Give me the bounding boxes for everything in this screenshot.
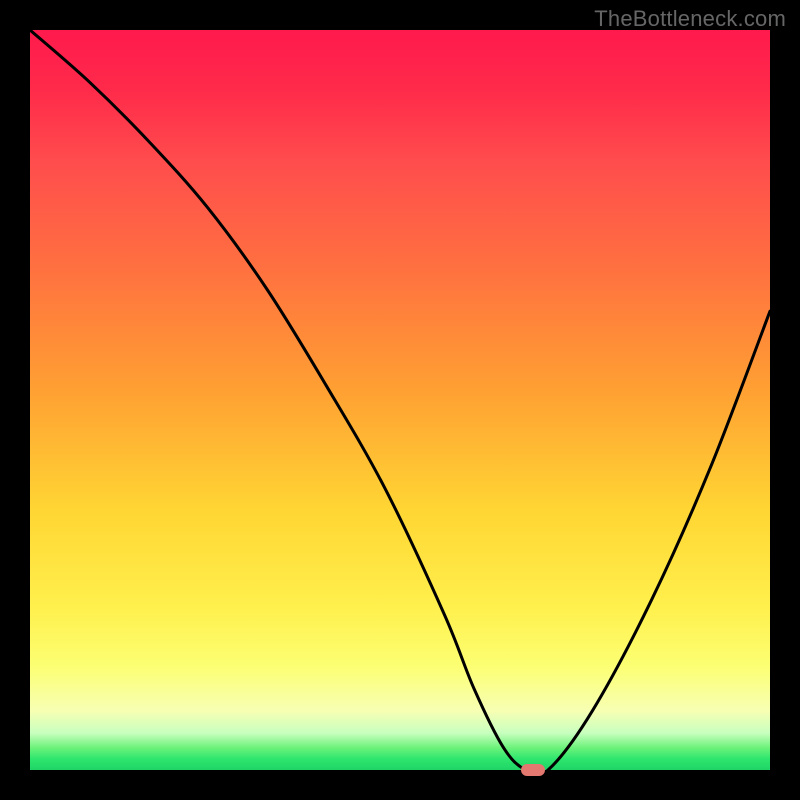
bottleneck-curve-svg bbox=[30, 30, 770, 770]
watermark-text: TheBottleneck.com bbox=[594, 6, 786, 32]
chart-frame: TheBottleneck.com bbox=[0, 0, 800, 800]
optimal-point-marker bbox=[521, 764, 545, 776]
bottleneck-curve-path bbox=[30, 30, 770, 770]
chart-plot-area bbox=[30, 30, 770, 770]
